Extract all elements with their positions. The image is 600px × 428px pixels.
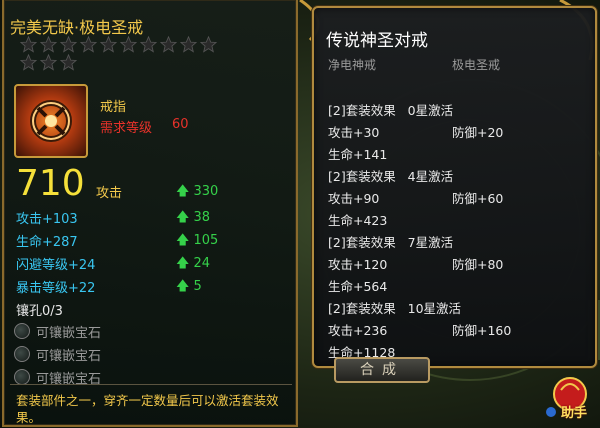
level-requirement-label: 需求等级 [100,121,153,136]
star-icon [100,36,117,53]
stat-gain: 🡅 24 [176,254,210,276]
star-icon [40,36,57,53]
set-effect-attack: 攻击+30 [328,125,380,140]
set-effect-attack: 攻击+90 [328,191,380,206]
power-gain: 🡅 330 [176,182,218,204]
level-requirement-value: 60 [172,117,189,132]
star-icon [160,36,177,53]
socket-label: 可镶嵌宝石 [36,326,102,341]
socket-label: 可镶嵌宝石 [36,349,102,364]
divider [10,384,292,385]
set-effect-attack: 攻击+120 [328,257,388,272]
set-effect-header: [2]套装效果 10星激活 [328,301,462,316]
stat-gain: 🡅 38 [176,208,210,230]
set-effect-attack: 攻击+236 [328,323,388,338]
stat-gain-value: 105 [193,233,219,248]
set-effect-header: [2]套装效果 4星激活 [328,169,454,184]
set-effect-defense: 防御+20 [452,125,504,140]
stat-gain-value: 5 [193,279,202,294]
power-value: 710 [16,163,85,204]
set-effect-header: [2]套装效果 7星激活 [328,235,454,250]
up-arrow-icon: 🡅 [176,279,190,294]
set-effect-hp: 生命+564 [328,279,388,294]
set-effect-header: [2]套装效果 0星激活 [328,103,454,118]
stat-gain-value: 38 [193,210,211,225]
up-arrow-icon: 🡅 [176,233,190,248]
star-icon [120,36,137,53]
stat-label: 攻击+103 [16,212,78,227]
up-arrow-icon: 🡅 [176,210,190,225]
set-member-2: 极电圣戒 [452,58,501,72]
item-description: 套装部件之一，穿齐一定数量后可以激活套装效果。 [16,393,279,425]
stat-gain: 🡅 105 [176,231,218,253]
star-icon [180,36,197,53]
set-effect-defense: 防御+80 [452,257,504,272]
item-name: 完美无缺·极电圣戒 [10,18,144,37]
star-icon [20,54,37,71]
merge-button[interactable]: 合成 [334,357,430,383]
stat-label: 暴击等级+22 [16,281,96,296]
star-icon [80,36,97,53]
star-icon [60,36,77,53]
socket-count: 镶孔0/3 [16,304,63,319]
helper-button[interactable]: 助手 [543,372,597,424]
star-icon [200,36,217,53]
set-effect-defense: 防御+160 [452,323,512,338]
set-member-1: 净电神戒 [328,58,377,72]
star-icon [60,54,77,71]
power-gain-value: 330 [193,184,219,199]
empty-socket-icon[interactable] [14,346,30,362]
empty-socket-icon[interactable] [14,369,30,385]
set-effect-defense: 防御+60 [452,191,504,206]
set-effect-hp: 生命+423 [328,213,388,228]
empty-socket-icon[interactable] [14,323,30,339]
stat-gain: 🡅 5 [176,277,202,299]
set-effect-hp: 生命+141 [328,147,388,162]
item-type: 戒指 [100,100,127,115]
up-arrow-icon: 🡅 [176,256,190,271]
stat-gain-value: 24 [193,256,211,271]
power-label: 攻击 [96,186,123,201]
stat-label: 生命+287 [16,235,78,250]
star-icon [140,36,157,53]
stat-label: 闪避等级+24 [16,258,96,273]
ring-icon[interactable] [14,84,88,158]
star-icon [40,54,57,71]
up-arrow-icon: 🡅 [176,184,190,199]
star-icon [20,36,37,53]
helper-label: 助手 [561,406,588,421]
set-title: 传说神圣对戒 [326,31,428,51]
